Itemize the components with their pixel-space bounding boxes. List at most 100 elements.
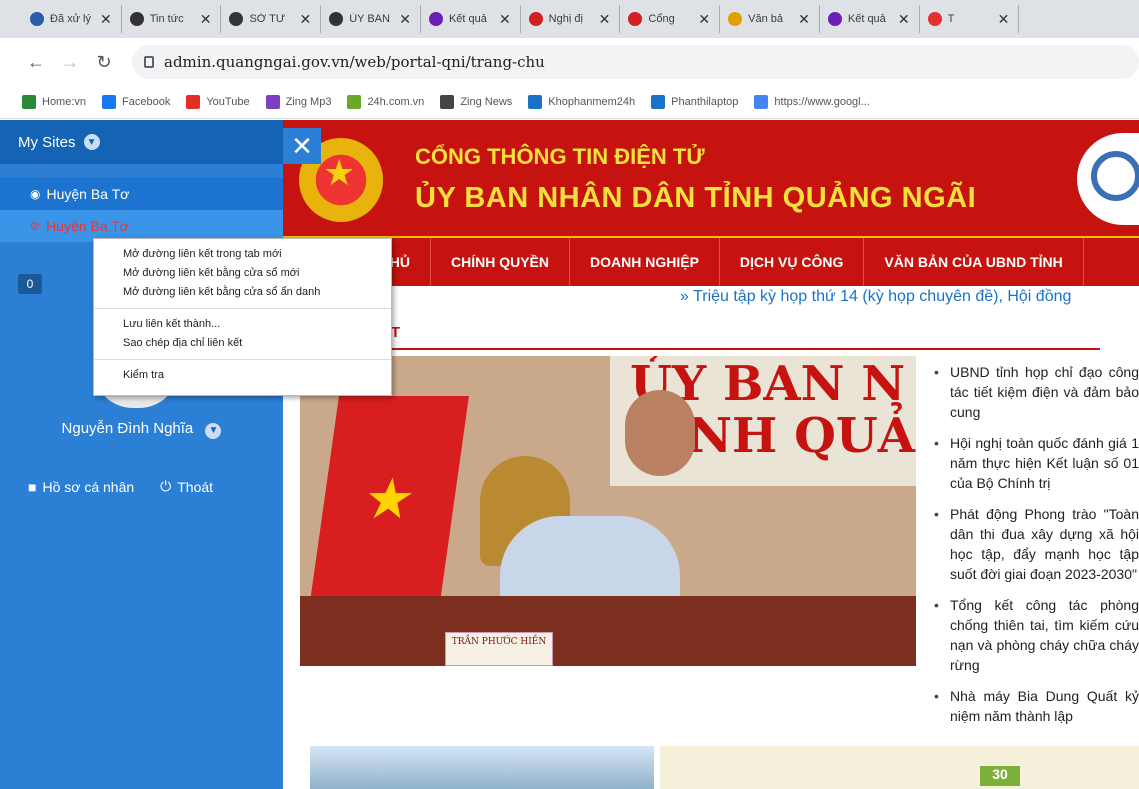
browser-tab[interactable]: Nghị đị ✕ [521, 5, 621, 33]
bookmark-icon [754, 95, 769, 109]
news-ticker[interactable]: » Triệu tập kỳ họp thứ 14 (kỳ họp chuyên… [680, 286, 1139, 306]
reload-icon[interactable]: ↻ [90, 52, 118, 73]
site-item[interactable]: ◉ Huyện Ba Tơ [0, 178, 283, 210]
bookmark-label: Facebook [122, 96, 171, 108]
bookmark-icon [440, 95, 455, 109]
browser-tab[interactable]: SỞ TƯ ✕ [221, 5, 322, 33]
eye-icon: ◉ [30, 187, 41, 201]
url-text: admin.quangngai.gov.vn/web/portal-qni/tr… [164, 53, 545, 71]
bookmark-item[interactable]: Zing Mp3 [265, 95, 331, 109]
tab-title: Tin tức [149, 13, 184, 25]
notification-badge[interactable]: 0 [18, 274, 42, 294]
back-icon[interactable]: ← [22, 52, 50, 73]
nav-item[interactable]: DOANH NGHIỆP [570, 238, 720, 286]
news-item[interactable]: Phát động Phong trào "Toàn dân thi đua x… [930, 504, 1139, 584]
section-divider [300, 348, 1100, 350]
logout-link[interactable]: ⏻ Thoát [160, 478, 213, 495]
banner-number: 30 [980, 766, 1020, 786]
bookmark-item[interactable]: Home:vn [22, 95, 86, 109]
context-menu-item[interactable]: Mở đường liên kết trong tab mới [94, 245, 391, 264]
news-item[interactable]: UBND tỉnh họp chỉ đạo công tác tiết kiệm… [930, 362, 1139, 422]
news-list: UBND tỉnh họp chỉ đạo công tác tiết kiệm… [930, 362, 1139, 726]
admin-sidebar: My Sites ▼ ◉ Huyện Ba Tơ ⊘ Huyện Ba Tơ 0… [0, 120, 283, 789]
bookmark-item[interactable]: Phanthilaptop [651, 95, 738, 109]
profile-link[interactable]: ■ Hồ sơ cá nhân [28, 478, 134, 495]
bookmark-item[interactable]: Zing News [440, 95, 512, 109]
context-menu-item[interactable]: Kiểm tra [94, 366, 391, 385]
bookmark-item[interactable]: Facebook [102, 95, 170, 109]
tab-title: ỦY BAN [349, 13, 390, 25]
user-links: ■ Hồ sơ cá nhân ⏻ Thoát [28, 478, 213, 495]
context-menu-item[interactable]: Mở đường liên kết bằng cửa sổ ẩn danh [94, 283, 391, 302]
tab-strip: Đã xử lý ✕ Tin tức ✕ SỞ TƯ ✕ ỦY BAN ✕ Kết quả ✕ Ng… [0, 0, 1139, 38]
news-item[interactable]: Hội nghị toàn quốc đánh giá 1 năm thực h… [930, 433, 1139, 493]
portal-title: ỦY BAN NHÂN DÂN TỈNH QUẢNG NGÃI [415, 182, 977, 214]
tab-favicon-icon [229, 12, 244, 26]
chevron-down-icon[interactable]: ▼ [83, 134, 100, 150]
browser-tab[interactable]: Văn bả ✕ [720, 5, 820, 33]
desk [300, 596, 916, 666]
tab-title: SỞ TƯ [249, 13, 286, 25]
close-tab-icon[interactable]: ✕ [499, 11, 511, 28]
ad-banner[interactable]: 30 [300, 742, 1139, 789]
browser-tab[interactable]: ỦY BAN ✕ [321, 5, 421, 33]
my-sites-label: My Sites [18, 133, 76, 151]
tab-title: T [947, 13, 955, 25]
my-sites-header[interactable]: My Sites ▼ [0, 120, 283, 164]
browser-tab[interactable]: Cổng ✕ [620, 5, 721, 33]
tab-favicon-icon [827, 12, 842, 26]
bookmark-icon [102, 95, 117, 109]
bookmark-item[interactable]: https://www.googl... [754, 95, 870, 109]
bookmark-item[interactable]: YouTube [186, 95, 250, 109]
tab-favicon-icon [927, 12, 942, 26]
context-menu-item[interactable]: Mở đường liên kết bằng cửa sổ mới [94, 264, 391, 283]
bookmark-icon [265, 95, 280, 109]
context-menu-item[interactable]: Lưu liên kết thành... [94, 315, 391, 334]
person-head [625, 390, 695, 476]
url-input[interactable]: admin.quangngai.gov.vn/web/portal-qni/tr… [132, 45, 1139, 79]
context-menu: Mở đường liên kết trong tab mới Mở đường … [93, 238, 392, 396]
news-list-wrap: UBND tỉnh họp chỉ đạo công tác tiết kiệm… [930, 362, 1139, 742]
browser-tab[interactable]: Kết quả ✕ [421, 5, 521, 33]
context-menu-item[interactable]: Sao chép địa chỉ liên kết [94, 334, 391, 353]
portal-header: ★ CỔNG THÔNG TIN ĐIỆN TỬ ỦY BAN NHÂN DÂN… [283, 120, 1139, 236]
browser-tab[interactable]: T ✕ [920, 5, 1020, 33]
forward-icon[interactable]: → [56, 52, 84, 73]
close-sidebar-icon[interactable]: ✕ [283, 128, 321, 164]
close-tab-icon[interactable]: ✕ [299, 11, 311, 28]
tab-title: Kết quả [448, 13, 487, 25]
logout-label: Thoát [177, 478, 214, 495]
nav-item[interactable]: CHÍNH QUYỀN [431, 238, 571, 286]
news-item[interactable]: Tổng kết công tác phòng chống thiên tai,… [930, 595, 1139, 675]
close-tab-icon[interactable]: ✕ [100, 11, 112, 28]
portal-logo-icon [1077, 133, 1139, 225]
browser-tab[interactable]: Đã xử lý ✕ [22, 5, 122, 33]
bookmark-item[interactable]: Khophanmem24h [528, 95, 635, 109]
news-item[interactable]: Nhà máy Bia Dung Quất kỷ niệm năm thành … [930, 686, 1139, 726]
tab-favicon-icon [628, 12, 643, 26]
browser-tab[interactable]: Kết quả ✕ [820, 5, 920, 33]
close-tab-icon[interactable]: ✕ [998, 11, 1010, 28]
close-tab-icon[interactable]: ✕ [599, 11, 611, 28]
bookmark-icon [347, 95, 362, 109]
nameplate: TRẦN PHƯỚC HIỀN [445, 632, 553, 666]
chevron-down-icon[interactable]: ▼ [205, 422, 222, 439]
site-label: Huyện Ba Tơ [46, 218, 129, 234]
close-tab-icon[interactable]: ✕ [399, 11, 411, 28]
close-tab-icon[interactable]: ✕ [898, 11, 910, 28]
bookmark-icon [22, 95, 36, 109]
nav-item[interactable]: DỊCH VỤ CÔNG [720, 238, 865, 286]
bookmark-item[interactable]: 24h.com.vn [347, 95, 424, 109]
featured-photo[interactable]: ỦY BAN N TỈNH QUẢ ★ TRẦN PHƯỚC HIỀN [300, 356, 916, 666]
close-tab-icon[interactable]: ✕ [698, 11, 710, 28]
bookmark-label: Phanthilaptop [671, 96, 739, 108]
close-tab-icon[interactable]: ✕ [200, 11, 212, 28]
user-name[interactable]: Nguyễn Đình Nghĩa ▼ [0, 420, 283, 439]
close-tab-icon[interactable]: ✕ [798, 11, 810, 28]
bookmark-icon [186, 95, 201, 109]
bookmark-label: Home:vn [42, 96, 87, 108]
address-bar: ← → ↻ admin.quangngai.gov.vn/web/portal-… [0, 38, 1139, 86]
nav-item[interactable]: VĂN BẢN CỦA UBND TỈNH [864, 238, 1084, 286]
tab-favicon-icon [528, 12, 543, 26]
browser-tab[interactable]: Tin tức ✕ [122, 5, 222, 33]
